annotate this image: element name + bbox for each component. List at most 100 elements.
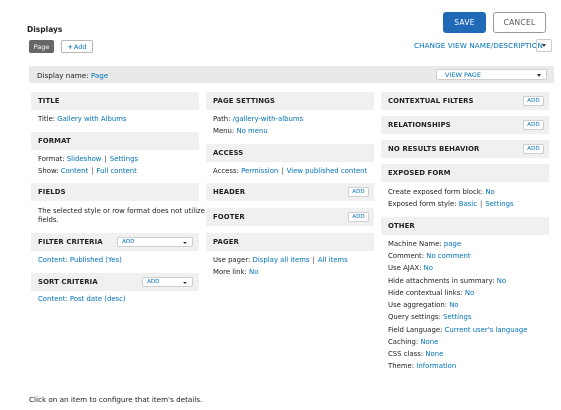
exposed-block-value-link[interactable]: No	[485, 188, 494, 196]
other-section-header: OTHER	[381, 217, 549, 235]
theme-link[interactable]: Information	[416, 362, 456, 370]
pager-section-header: PAGER	[206, 233, 374, 251]
machine-name-link[interactable]: page	[444, 240, 461, 248]
path-value-link[interactable]: /gallery-with-albums	[233, 115, 304, 123]
add-display-button[interactable]: + Add	[61, 40, 93, 53]
access-settings-link[interactable]: View published content	[287, 167, 368, 175]
contextual-filters-section-header: CONTEXTUAL FILTERS ADD	[381, 92, 549, 110]
hide-contextual-label: Hide contextual links:	[388, 289, 463, 297]
separator: |	[91, 167, 94, 175]
exposed-form-title: EXPOSED FORM	[388, 169, 451, 177]
caching-label: Caching:	[388, 338, 419, 346]
other-row-hide-contextual: Hide contextual links: No	[388, 289, 474, 297]
other-title: OTHER	[388, 222, 415, 230]
hide-attachments-link[interactable]: No	[497, 277, 506, 285]
display-name-value[interactable]: Page	[91, 71, 108, 80]
other-row-hide-attachments: Hide attachments in summary: No	[388, 277, 506, 285]
aggregation-label: Use aggregation:	[388, 301, 448, 309]
chevron-down-icon	[183, 241, 187, 244]
use-pager-value-link[interactable]: Display all items	[253, 256, 310, 264]
filter-add-dropdown[interactable]: ADD	[117, 237, 193, 247]
header-section-header: HEADER ADD	[206, 183, 374, 201]
change-view-dropdown[interactable]	[536, 39, 552, 52]
field-language-link[interactable]: Current user's language	[445, 326, 528, 334]
use-pager-settings-link[interactable]: All items	[318, 256, 348, 264]
sort-criteria-section-header: SORT CRITERIA ADD	[31, 273, 199, 291]
contextual-filters-title: CONTEXTUAL FILTERS	[388, 97, 474, 105]
plus-icon: +	[67, 42, 73, 51]
relationships-section-header: RELATIONSHIPS ADD	[381, 116, 549, 134]
configure-hint: Click on an item to configure that item'…	[29, 395, 203, 404]
use-pager-row: Use pager: Display all items | All items	[213, 256, 348, 264]
format-section-header: FORMAT	[31, 132, 199, 150]
no-results-add-button[interactable]: ADD	[523, 144, 544, 154]
menu-value-link[interactable]: No menu	[236, 127, 267, 135]
show-value-link[interactable]: Content	[61, 167, 88, 175]
format-section-title: FORMAT	[38, 137, 71, 145]
exposed-style-settings-link[interactable]: Settings	[485, 200, 513, 208]
cancel-button[interactable]: CANCEL	[493, 12, 546, 33]
exposed-block-label: Create exposed form block:	[388, 188, 484, 196]
more-link-label: More link:	[213, 268, 247, 276]
pager-title: PAGER	[213, 238, 239, 246]
more-link-value-link[interactable]: No	[249, 268, 258, 276]
chevron-down-icon	[542, 44, 546, 47]
path-row: Path: /gallery-with-albums	[213, 115, 303, 123]
save-button[interactable]: SAVE	[443, 12, 486, 33]
header-add-button[interactable]: ADD	[348, 187, 369, 197]
display-name-label: Display name:	[37, 71, 89, 80]
access-section-header: ACCESS	[206, 144, 374, 162]
footer-add-button[interactable]: ADD	[348, 212, 369, 222]
query-settings-label: Query settings:	[388, 313, 441, 321]
relationships-add-button[interactable]: ADD	[523, 120, 544, 130]
access-value-link[interactable]: Permission	[241, 167, 278, 175]
access-title: ACCESS	[213, 149, 244, 157]
format-settings-link[interactable]: Settings	[110, 155, 138, 163]
change-view-name-link[interactable]: CHANGE VIEW NAME/DESCRIPTION	[414, 41, 543, 50]
theme-label: Theme:	[388, 362, 415, 370]
other-row-aggregation: Use aggregation: No	[388, 301, 459, 309]
other-row-use-ajax: Use AJAX: No	[388, 264, 433, 272]
show-settings-link[interactable]: Full content	[96, 167, 136, 175]
field-language-label: Field Language:	[388, 326, 443, 334]
view-page-select[interactable]: VIEW PAGE	[436, 69, 547, 80]
view-page-label: VIEW PAGE	[445, 71, 481, 79]
format-label: Format:	[38, 155, 65, 163]
sort-post-date-link[interactable]: Content: Post date (desc)	[38, 295, 126, 303]
separator: |	[479, 200, 483, 208]
sort-add-dropdown[interactable]: ADD	[142, 277, 193, 287]
filter-published-link[interactable]: Content: Published (Yes)	[38, 256, 122, 264]
use-pager-label: Use pager:	[213, 256, 251, 264]
format-value-link[interactable]: Slideshow	[67, 155, 102, 163]
format-row: Format: Slideshow | Settings	[38, 155, 138, 163]
use-ajax-link[interactable]: No	[424, 264, 433, 272]
sort-add-label: ADD	[147, 279, 160, 285]
filter-criteria-section-header: FILTER CRITERIA ADD	[31, 233, 199, 251]
caching-link[interactable]: None	[420, 338, 438, 346]
title-row: Title: Gallery with Albums	[38, 115, 127, 123]
title-value-link[interactable]: Gallery with Albums	[57, 115, 126, 123]
filter-item: Content: Published (Yes)	[38, 256, 122, 264]
aggregation-link[interactable]: No	[449, 301, 458, 309]
contextual-filters-add-button[interactable]: ADD	[523, 96, 544, 106]
exposed-style-value-link[interactable]: Basic	[459, 200, 477, 208]
hide-attachments-label: Hide attachments in summary:	[388, 277, 495, 285]
other-row-field-language: Field Language: Current user's language	[388, 326, 527, 334]
separator: |	[104, 155, 107, 163]
other-row-machine-name: Machine Name: page	[388, 240, 461, 248]
machine-name-label: Machine Name:	[388, 240, 442, 248]
title-section-title: TITLE	[38, 97, 60, 105]
css-class-link[interactable]: None	[425, 350, 443, 358]
query-settings-link[interactable]: Settings	[443, 313, 471, 321]
tab-page[interactable]: Page	[29, 40, 54, 53]
relationships-title: RELATIONSHIPS	[388, 121, 451, 129]
page-settings-title: PAGE SETTINGS	[213, 97, 275, 105]
more-link-row: More link: No	[213, 268, 258, 276]
no-results-section-header: NO RESULTS BEHAVIOR ADD	[381, 140, 549, 158]
page-settings-section-header: PAGE SETTINGS	[206, 92, 374, 110]
comment-label: Comment:	[388, 252, 425, 260]
hide-contextual-link[interactable]: No	[465, 289, 474, 297]
title-label: Title:	[38, 115, 56, 123]
separator: |	[281, 167, 284, 175]
comment-link[interactable]: No comment	[426, 252, 470, 260]
